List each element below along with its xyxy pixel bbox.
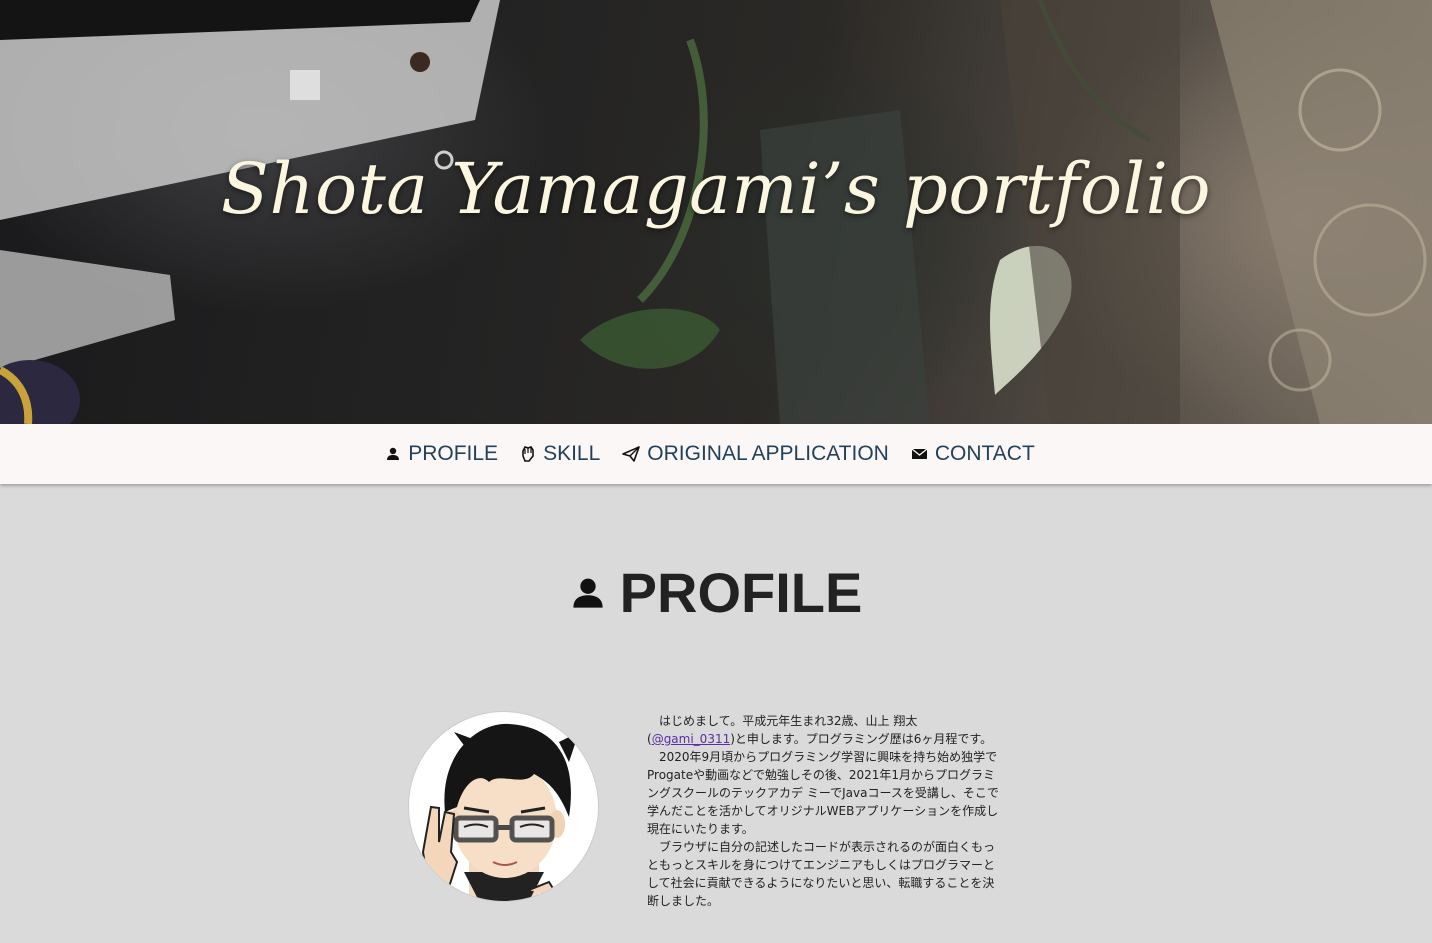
bio-paragraph: 2020年9月頃からプログラミング学習に興味を持ち始め独学でProgateや動画… (647, 750, 999, 836)
nav-item-label: ORIGINAL APPLICATION (647, 442, 889, 465)
envelope-icon (911, 448, 928, 459)
nav-item-label: PROFILE (408, 442, 499, 465)
bio-paragraph: はじめまして。平成元年生まれ32歳、山上 翔太(@gami_0311)と申します… (647, 712, 1002, 748)
bio-text: )と申します。プログラミング歴は6ヶ月程です。 (730, 732, 993, 746)
profile-bio: はじめまして。平成元年生まれ32歳、山上 翔太(@gami_0311)と申します… (647, 712, 1002, 910)
section-title-label: PROFILE (619, 561, 863, 624)
nav-item-profile[interactable]: PROFILE (385, 442, 498, 466)
bio-paragraph: ブラウザに自分の記述したコードが表示されるのが面白くもっともっとスキルを身につけ… (647, 840, 996, 908)
site-title: Shota Yamagami’s portfolio (220, 148, 1212, 230)
nav-item-label: CONTACT (934, 442, 1035, 465)
section-title: PROFILE (0, 560, 1432, 625)
main-navigation: PROFILE SKILL ORIGINAL APPLICATION CONTA… (0, 424, 1432, 484)
cartoon-avatar-image (421, 723, 579, 901)
hero-banner: Shota Yamagami’s portfolio (0, 0, 1432, 424)
person-icon (387, 447, 400, 460)
nav-item-contact[interactable]: CONTACT (911, 442, 1035, 466)
nav-item-skill[interactable]: SKILL (520, 442, 600, 466)
fist-icon (522, 446, 534, 462)
paper-plane-icon (622, 446, 641, 462)
nav-item-label: SKILL (543, 442, 601, 465)
twitter-handle-link[interactable]: @gami_0311 (652, 732, 731, 746)
person-icon (573, 578, 603, 608)
avatar (409, 712, 598, 901)
nav-item-original-application[interactable]: ORIGINAL APPLICATION (622, 442, 889, 466)
